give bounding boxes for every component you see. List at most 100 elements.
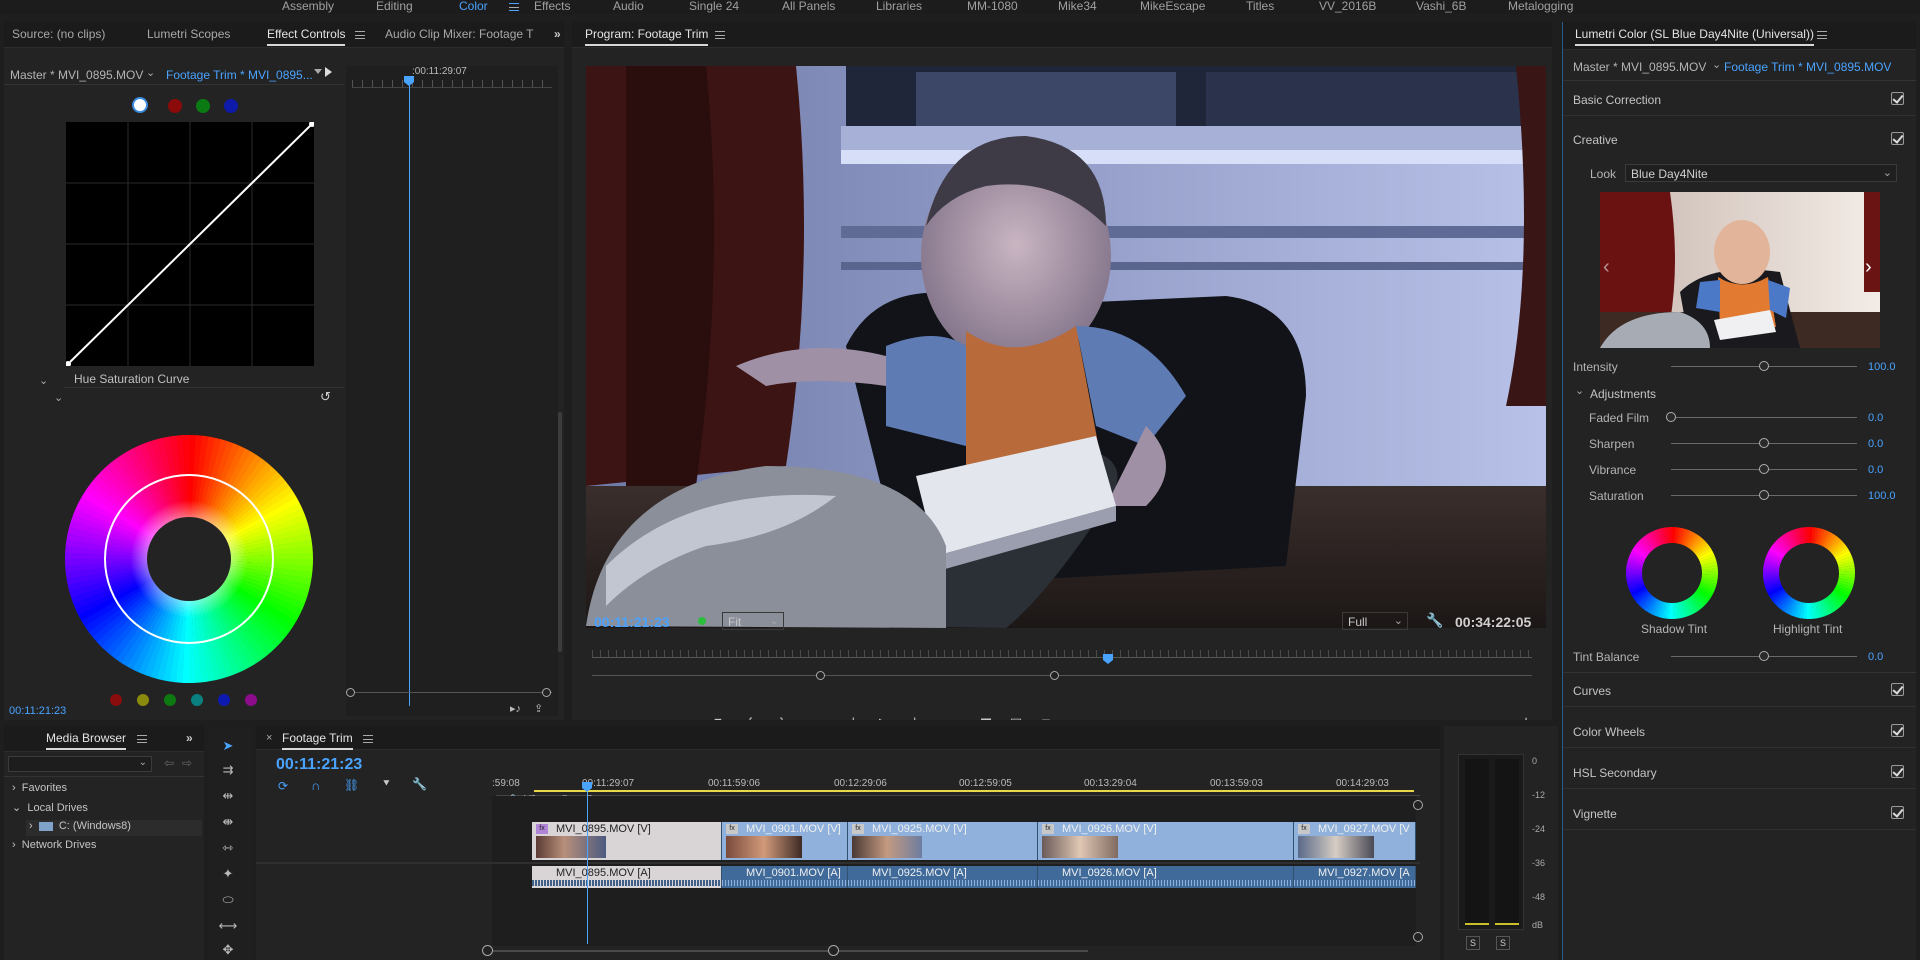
video-clip[interactable]: MVI_0925.MOV [V] fx [848, 822, 1038, 860]
scrub-ruler[interactable] [592, 650, 1532, 658]
lumetri-menu-icon[interactable] [1810, 22, 1827, 46]
scrub-zoom-handle-right[interactable] [1050, 671, 1059, 680]
video-clip[interactable]: MVI_0901.MOV [V] fx [722, 822, 848, 860]
razor-tool-icon[interactable]: ✦ [218, 864, 238, 884]
tab-source[interactable]: Source: (no clips) [12, 22, 105, 46]
workspace-vashi-6b[interactable]: Vashi_6B [1416, 0, 1466, 14]
step-back-icon[interactable]: ◂| [840, 715, 860, 720]
workspace-single-24[interactable]: Single 24 [689, 0, 739, 14]
play-effect-audio-icon[interactable] [325, 67, 332, 77]
highlight-tint-wheel[interactable] [1762, 526, 1856, 620]
curve-channel-red[interactable] [168, 99, 182, 113]
workspace-color[interactable]: Color [459, 0, 488, 14]
hue-point-green[interactable] [164, 694, 176, 706]
previous-look-icon[interactable]: ‹ [1603, 256, 1610, 279]
browser-path-select[interactable]: ⌄ [8, 756, 152, 772]
solo-right-button[interactable]: S [1496, 936, 1510, 950]
mark-out-icon[interactable]: } [772, 715, 792, 720]
effect-controls-zoom-bar[interactable] [352, 692, 552, 693]
program-monitor-menu-icon[interactable] [708, 22, 725, 46]
lumetri-master-label[interactable]: Master * MVI_0895.MOV [1573, 60, 1706, 74]
go-to-out-icon[interactable]: ⇥ [940, 715, 960, 720]
ripple-edit-tool-icon[interactable]: ⇹ [218, 786, 238, 806]
workspace-assembly[interactable]: Assembly [282, 0, 334, 14]
clip-instance-label[interactable]: Footage Trim * MVI_0895... [166, 68, 313, 82]
solo-left-button[interactable]: S [1466, 936, 1480, 950]
add-marker-icon[interactable]: ⯆ [382, 778, 391, 791]
program-video-frame[interactable] [586, 66, 1546, 628]
section-curves[interactable]: Curves [1563, 673, 1916, 707]
curve-channel-white[interactable] [132, 97, 148, 113]
intensity-slider[interactable]: Intensity 100.0 [1563, 356, 1916, 378]
tab-footage-trim[interactable]: Footage Trim [282, 726, 353, 750]
section-basic-correction[interactable]: Basic Correction [1563, 82, 1916, 116]
effect-controls-menu-icon[interactable] [348, 22, 365, 46]
dropdown-arrow-icon[interactable] [314, 69, 322, 74]
vertical-scroll-handle-bottom[interactable] [1413, 932, 1423, 942]
extract-icon[interactable]: ⬓ [1006, 715, 1026, 720]
workspace-all-panels[interactable]: All Panels [782, 0, 835, 14]
workspace-mikeescape[interactable]: MikeEscape [1140, 0, 1205, 14]
section-creative[interactable]: Creative [1563, 122, 1916, 156]
curve-channel-green[interactable] [196, 99, 210, 113]
lumetri-title[interactable]: Lumetri Color (SL Blue Day4Nite (Univers… [1575, 22, 1814, 46]
saturation-slider[interactable]: Saturation 100.0 [1563, 485, 1916, 507]
tab-media-browser[interactable]: Media Browser [46, 726, 127, 750]
look-preview-thumbnail[interactable] [1600, 192, 1880, 348]
master-clip-label[interactable]: Master * MVI_0895.MOV [10, 68, 143, 82]
tree-item-network-drives[interactable]: › Network Drives [12, 839, 96, 851]
color-wheels-checkbox[interactable] [1891, 724, 1904, 737]
creative-checkbox[interactable] [1891, 132, 1904, 145]
workspace-audio[interactable]: Audio [613, 0, 644, 14]
work-area-bar[interactable] [534, 790, 1414, 792]
section-color-wheels[interactable]: Color Wheels [1563, 714, 1916, 748]
program-current-timecode[interactable]: 00:11:21:23 [594, 614, 670, 630]
tree-item-c-drive[interactable]: › C: (Windows8) [26, 820, 202, 836]
safe-margins-icon[interactable]: ▭ [1070, 715, 1090, 720]
scrub-zoom-handle-left[interactable] [816, 671, 825, 680]
export-frame-icon[interactable]: ◙ [1036, 715, 1056, 720]
next-look-icon[interactable]: › [1865, 256, 1872, 279]
tab-audio-clip-mixer[interactable]: Audio Clip Mixer: Footage T [385, 22, 535, 46]
track-select-tool-icon[interactable]: ⇉ [218, 760, 238, 780]
slide-tool-icon[interactable]: ⟷ [218, 916, 238, 936]
audio-clip[interactable]: MVI_0926.MOV [A] [1038, 866, 1294, 888]
hsl-secondary-checkbox[interactable] [1891, 765, 1904, 778]
timeline-menu-icon[interactable] [356, 726, 373, 750]
overflow-chevron-icon[interactable]: » [554, 22, 561, 46]
audio-clip[interactable]: MVI_0925.MOV [A] [848, 866, 1038, 888]
effect-controls-timecode[interactable]: 00:11:21:23 [9, 705, 66, 717]
chevron-down-icon[interactable]: ⌄ [1712, 58, 1721, 71]
program-playhead[interactable] [1103, 654, 1113, 664]
zoom-handle-left[interactable] [346, 688, 355, 697]
video-clip[interactable]: MVI_0927.MOV [V fx [1294, 822, 1416, 860]
program-monitor-title[interactable]: Program: Footage Trim [585, 22, 709, 46]
audio-clip[interactable]: MVI_0895.MOV [A] [532, 866, 722, 888]
mark-in-icon[interactable]: { [740, 715, 760, 720]
audio-clip[interactable]: MVI_0927.MOV [A [1294, 866, 1416, 888]
hue-saturation-wheel[interactable] [64, 434, 314, 684]
export-frame-icon[interactable]: ⇪ [534, 702, 543, 715]
curve-channel-blue[interactable] [224, 99, 238, 113]
slip-tool-icon[interactable]: ⬭ [218, 890, 238, 910]
wrench-icon[interactable]: 🔧 [412, 777, 427, 791]
overflow-chevron-icon[interactable]: » [186, 726, 193, 750]
adjustments-label[interactable]: Adjustments [1590, 387, 1656, 401]
timeline-zoom-handle-left[interactable] [482, 945, 493, 956]
tab-lumetri-scopes[interactable]: Lumetri Scopes [147, 22, 230, 46]
collapse-chevron-icon[interactable]: ⌄ [54, 391, 63, 404]
hue-point-cyan[interactable] [191, 694, 203, 706]
collapse-chevron-icon[interactable]: ⌄ [39, 374, 48, 387]
vibrance-slider[interactable]: Vibrance 0.0 [1563, 459, 1916, 481]
hue-point-magenta[interactable] [245, 694, 257, 706]
workspace-mm-1080[interactable]: MM-1080 [967, 0, 1018, 14]
workspace-titles[interactable]: Titles [1246, 0, 1274, 14]
look-select[interactable]: Blue Day4Nite ⌄ [1625, 164, 1897, 182]
resolution-select[interactable]: Full ⌄ [1342, 612, 1408, 630]
zoom-handle-right[interactable] [542, 688, 551, 697]
hue-point-blue[interactable] [218, 694, 230, 706]
hue-point-yellow[interactable] [137, 694, 149, 706]
rgb-curve-graph[interactable] [66, 122, 314, 366]
faded-film-slider[interactable]: Faded Film 0.0 [1563, 407, 1916, 429]
chevron-down-icon[interactable]: ⌄ [146, 66, 155, 79]
